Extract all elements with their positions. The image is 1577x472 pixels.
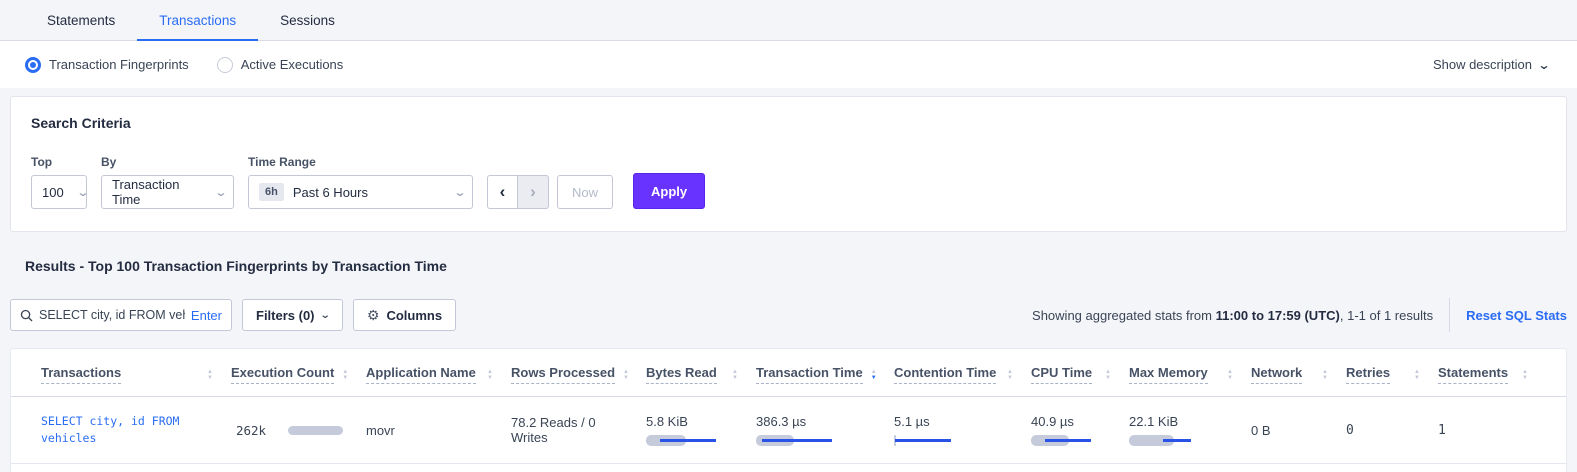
previous-interval-button[interactable]: ‹ — [487, 175, 518, 209]
now-button[interactable]: Now — [557, 175, 613, 209]
rows-processed-cell: 78.2 Reads / 0 Writes — [511, 397, 646, 463]
chevron-down-icon: ⌄ — [198, 186, 228, 199]
max-memory-cell: 22.1 KiB — [1129, 397, 1251, 463]
transactions-table: Transactions ▲▼ Execution Count ▲▼ Appli… — [10, 348, 1567, 472]
tab-transactions[interactable]: Transactions — [137, 1, 258, 41]
sort-icon-active-desc[interactable]: ▲▼ — [871, 369, 877, 381]
table-header-row: Transactions ▲▼ Execution Count ▲▼ Appli… — [11, 349, 1566, 397]
execution-count-cell: 262k — [231, 397, 366, 463]
apply-button[interactable]: Apply — [633, 173, 705, 209]
radio-unselected-icon[interactable] — [217, 57, 233, 73]
radio-label: Active Executions — [241, 57, 344, 72]
filters-label: Filters (0) — [256, 308, 315, 323]
transaction-time-bar-chart — [756, 435, 834, 446]
sort-icon[interactable]: ▲▼ — [207, 369, 213, 381]
application-name-cell: movr — [366, 397, 511, 463]
chevron-left-icon: ‹ — [500, 182, 506, 202]
transaction-time-cell: 386.3 µs — [756, 397, 894, 463]
contention-time-cell: 5.1 µs — [894, 397, 1031, 463]
search-input-value[interactable]: SELECT city, id FROM vehicles W — [39, 308, 185, 322]
time-range-badge: 6h — [259, 183, 284, 201]
col-header-statements[interactable]: Statements ▲▼ — [1438, 349, 1546, 396]
by-value: Transaction Time — [112, 177, 202, 207]
chevron-right-icon: › — [530, 182, 536, 202]
time-range-value: Past 6 Hours — [293, 185, 368, 200]
col-header-execution-count[interactable]: Execution Count ▲▼ — [231, 349, 366, 396]
gear-icon: ⚙ — [367, 307, 380, 324]
time-range-field: Time Range 6h Past 6 Hours ⌄ — [248, 155, 473, 209]
chevron-down-icon: ⌄ — [1537, 58, 1550, 72]
search-criteria-card: Search Criteria Top 100 ⌄ By Transaction… — [10, 96, 1567, 232]
tab-statements[interactable]: Statements — [25, 1, 137, 41]
search-enter-button[interactable]: Enter — [191, 308, 222, 323]
network-cell: 0 B — [1251, 397, 1346, 463]
top-label: Top — [31, 155, 87, 169]
time-range-select[interactable]: 6h Past 6 Hours ⌄ — [248, 175, 473, 209]
chevron-down-icon: ⌄ — [59, 186, 89, 199]
by-field: By Transaction Time ⌄ — [101, 155, 234, 209]
show-description-label: Show description — [1433, 57, 1532, 72]
time-pager: ‹ › — [487, 175, 549, 209]
bytes-read-cell: 5.8 KiB — [646, 397, 756, 463]
sort-icon[interactable]: ▲▼ — [623, 369, 629, 381]
tab-sessions[interactable]: Sessions — [258, 1, 357, 41]
col-header-transactions[interactable]: Transactions ▲▼ — [41, 349, 231, 396]
show-description-toggle[interactable]: Show description ⌄ — [1433, 57, 1549, 72]
sort-icon[interactable]: ▲▼ — [1007, 369, 1013, 381]
reset-sql-stats-link[interactable]: Reset SQL Stats — [1466, 308, 1567, 323]
results-heading: Results - Top 100 Transaction Fingerprin… — [25, 258, 1567, 274]
sort-icon[interactable]: ▲▼ — [1227, 369, 1233, 381]
sort-icon[interactable]: ▲▼ — [1522, 369, 1528, 381]
aggregated-stats-text: Showing aggregated stats from 11:00 to 1… — [1032, 308, 1433, 323]
sort-icon[interactable]: ▲▼ — [1414, 369, 1420, 381]
col-header-transaction-time[interactable]: Transaction Time ▲▼ — [756, 349, 894, 396]
cpu-time-cell: 40.9 µs — [1031, 397, 1129, 463]
radio-label: Transaction Fingerprints — [49, 57, 189, 72]
vertical-divider — [1449, 298, 1450, 332]
search-icon — [20, 309, 33, 322]
transaction-fingerprint-link[interactable]: SELECT city, id FROM vehicles — [41, 413, 206, 447]
col-header-cpu-time[interactable]: CPU Time ▲▼ — [1031, 349, 1129, 396]
chevron-down-icon: ⌄ — [437, 186, 467, 199]
time-range-label: Time Range — [248, 155, 473, 169]
view-toggle-bar: Transaction Fingerprints Active Executio… — [0, 41, 1577, 88]
chevron-down-icon: ⌄ — [319, 310, 330, 321]
cpu-time-bar-chart — [1031, 435, 1109, 446]
search-criteria-title: Search Criteria — [31, 115, 1546, 131]
search-input[interactable]: SELECT city, id FROM vehicles W Enter — [10, 299, 232, 331]
table-row: SELECT city, id FROM vehicles 262k movr … — [11, 397, 1566, 464]
next-interval-button[interactable]: › — [518, 175, 549, 209]
col-header-application-name[interactable]: Application Name ▲▼ — [366, 349, 511, 396]
sql-activity-tabbar: Statements Transactions Sessions — [0, 0, 1577, 41]
max-memory-bar-chart — [1129, 435, 1207, 446]
filters-button[interactable]: Filters (0) ⌄ — [242, 299, 343, 331]
radio-active-executions[interactable]: Active Executions — [217, 57, 344, 73]
radio-selected-icon[interactable] — [25, 57, 41, 73]
col-header-bytes-read[interactable]: Bytes Read ▲▼ — [646, 349, 756, 396]
contention-time-bar-chart — [894, 435, 972, 446]
sort-icon[interactable]: ▲▼ — [342, 369, 348, 381]
top-field: Top 100 ⌄ — [31, 155, 87, 209]
col-header-max-memory[interactable]: Max Memory ▲▼ — [1129, 349, 1251, 396]
by-label: By — [101, 155, 234, 169]
radio-transaction-fingerprints[interactable]: Transaction Fingerprints — [25, 57, 189, 73]
columns-label: Columns — [386, 308, 442, 323]
sort-icon[interactable]: ▲▼ — [1322, 369, 1328, 381]
sort-icon[interactable]: ▲▼ — [732, 369, 738, 381]
by-select[interactable]: Transaction Time ⌄ — [101, 175, 234, 209]
retries-cell: 0 — [1346, 397, 1438, 463]
top-select[interactable]: 100 ⌄ — [31, 175, 87, 209]
col-header-retries[interactable]: Retries ▲▼ — [1346, 349, 1438, 396]
execution-count-bar — [288, 426, 343, 435]
columns-button[interactable]: ⚙ Columns — [353, 299, 456, 331]
sort-icon[interactable]: ▲▼ — [1105, 369, 1111, 381]
col-header-contention-time[interactable]: Contention Time ▲▼ — [894, 349, 1031, 396]
sort-icon[interactable]: ▲▼ — [487, 369, 493, 381]
bytes-read-bar-chart — [646, 435, 724, 446]
results-toolbar: SELECT city, id FROM vehicles W Enter Fi… — [10, 298, 1567, 332]
col-header-network[interactable]: Network ▲▼ — [1251, 349, 1346, 396]
statements-cell: 1 — [1438, 397, 1546, 463]
col-header-rows-processed[interactable]: Rows Processed ▲▼ — [511, 349, 646, 396]
